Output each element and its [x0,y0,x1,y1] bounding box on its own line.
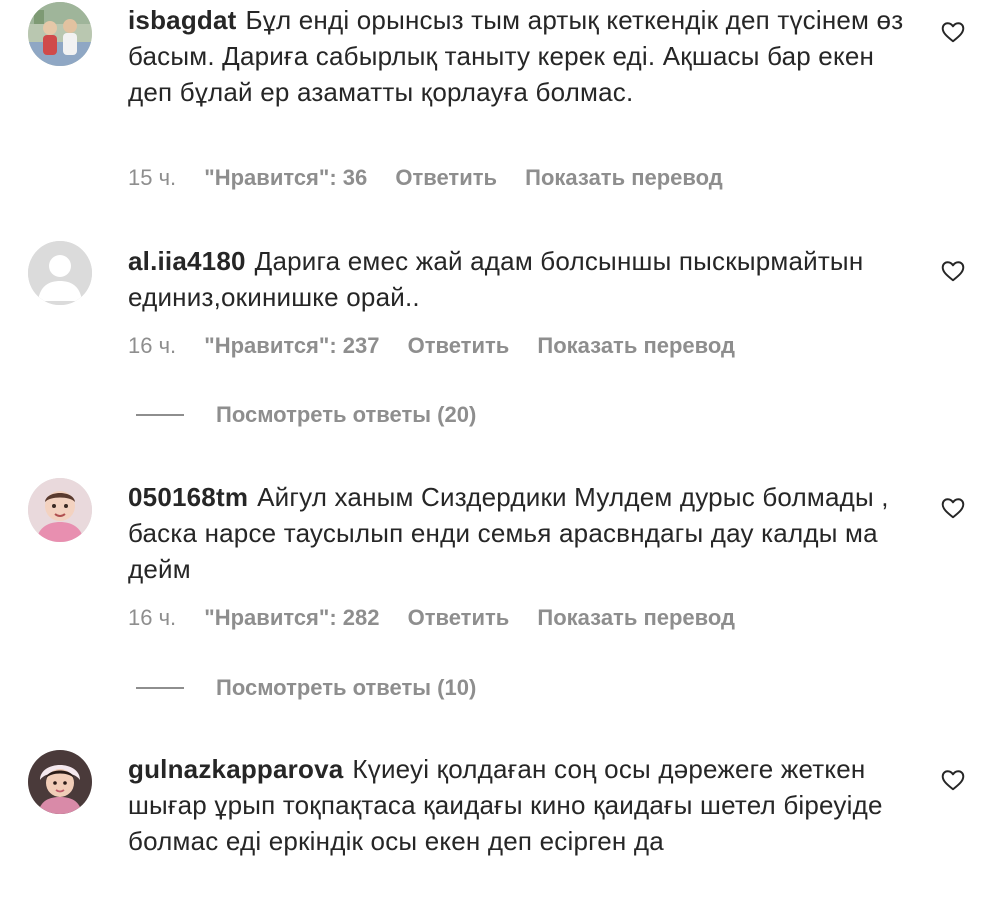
comment-age: 16 ч. [128,333,177,358]
comment-body: isbagdat Бұл енді орынсыз тым артық кетке… [128,2,918,110]
comment-text: Бұл енді орынсыз тым артық кеткендік деп… [128,5,904,107]
likes-count[interactable]: "Нравится": 237 [204,333,379,358]
likes-count[interactable]: "Нравится": 282 [204,605,379,630]
heart-outline-icon[interactable] [940,767,966,793]
avatar-photo [28,478,92,542]
comment-username[interactable]: al.iia4180 [128,246,246,276]
avatar-photo [28,2,92,66]
comment-body: 050168tm Айгул ханым Сиздердики Мулдем ду… [128,479,918,587]
replies-divider [136,414,184,416]
default-avatar-icon [28,241,92,305]
reply-button[interactable]: Ответить [408,333,510,358]
show-translation-button[interactable]: Показать перевод [537,333,735,358]
comment-meta: 16 ч. "Нравится": 237 Ответить Показать … [128,332,757,360]
avatar[interactable] [28,478,92,542]
comment-body: al.iia4180 Дарига емес жай адам болсыншы … [128,243,918,315]
reply-button[interactable]: Ответить [395,165,497,190]
view-replies-button[interactable]: Посмотреть ответы (10) [136,674,476,702]
comment-username[interactable]: gulnazkapparova [128,754,343,784]
view-replies-label: Посмотреть ответы (20) [216,402,477,427]
comment-meta: 16 ч. "Нравится": 282 Ответить Показать … [128,604,757,632]
comment-username[interactable]: 050168tm [128,482,248,512]
avatar[interactable] [28,2,92,66]
avatar[interactable] [28,241,92,305]
comment-meta: 15 ч. "Нравится": 36 Ответить Показать п… [128,164,745,192]
comment-username[interactable]: isbagdat [128,5,237,35]
likes-count[interactable]: "Нравится": 36 [204,165,367,190]
view-replies-label: Посмотреть ответы (10) [216,675,477,700]
avatar[interactable] [28,750,92,814]
heart-outline-icon[interactable] [940,258,966,284]
comment-body: gulnazkapparova Күиеуі қолдаған соң осы д… [128,751,918,859]
avatar-photo [28,750,92,814]
heart-outline-icon[interactable] [940,495,966,521]
comment-age: 16 ч. [128,605,177,630]
view-replies-button[interactable]: Посмотреть ответы (20) [136,401,476,429]
replies-divider [136,687,184,689]
reply-button[interactable]: Ответить [408,605,510,630]
show-translation-button[interactable]: Показать перевод [537,605,735,630]
show-translation-button[interactable]: Показать перевод [525,165,723,190]
heart-outline-icon[interactable] [940,19,966,45]
comment-age: 15 ч. [128,165,177,190]
